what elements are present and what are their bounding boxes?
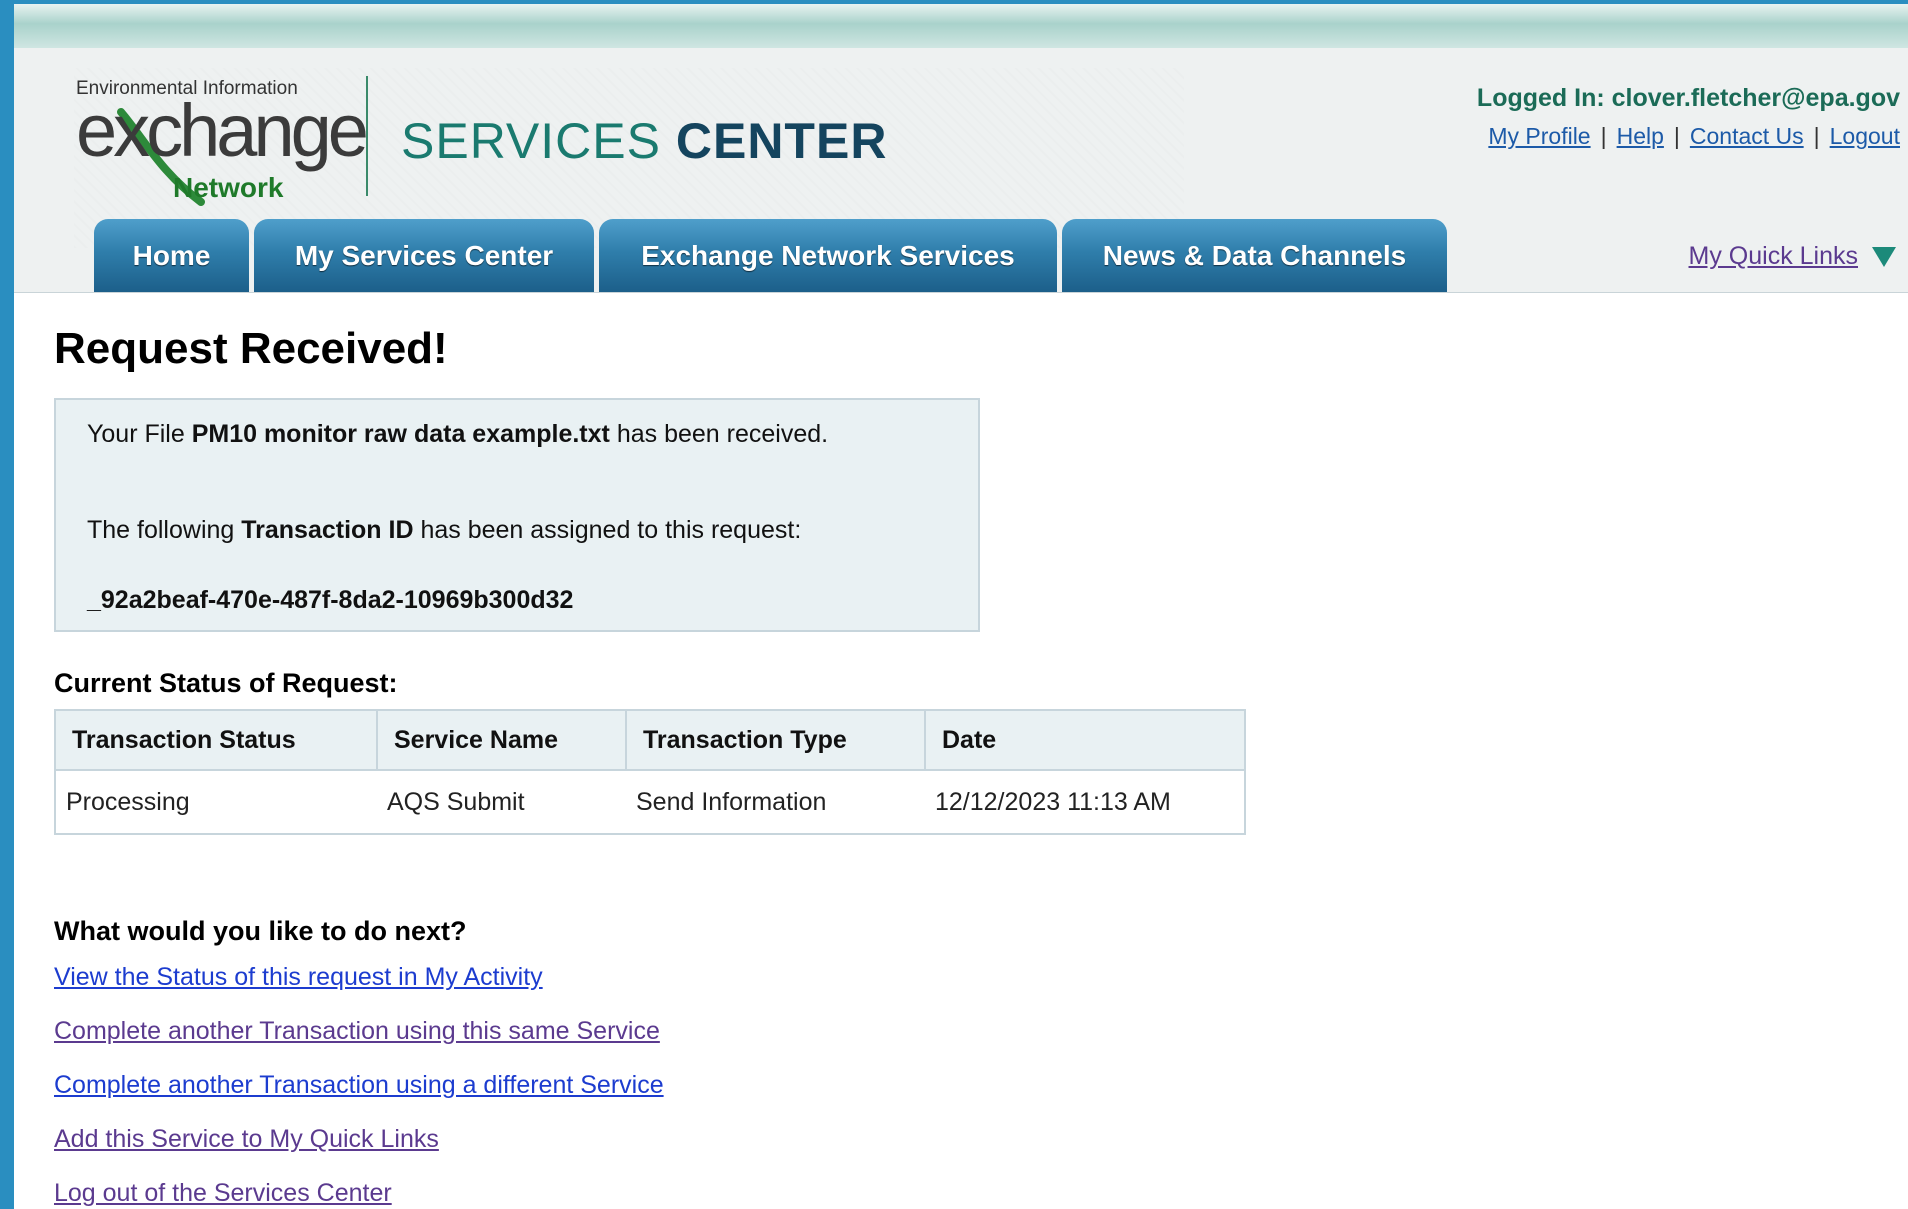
triangle-down-icon[interactable]: [1872, 247, 1896, 268]
transaction-id-suffix: has been assigned to this request:: [413, 516, 802, 544]
services-word: SERVICES: [401, 113, 661, 169]
separator: |: [1600, 123, 1607, 149]
next-steps-heading: What would you like to do next?: [54, 916, 467, 946]
page-title: Request Received!: [54, 324, 448, 373]
table-cell: 12/12/2023 11:13 AM: [935, 787, 1171, 816]
column-header: Date: [924, 709, 1246, 771]
top-strip: [14, 4, 1908, 48]
services-center-title: SERVICES CENTER: [401, 112, 887, 170]
file-name: PM10 monitor raw data example.txt: [191, 420, 610, 448]
same-service-link[interactable]: Complete another Transaction using this …: [54, 1014, 664, 1068]
status-table: Transaction Status Service Name Transact…: [54, 709, 1246, 835]
logo-divider: [366, 76, 368, 196]
table-row: Processing AQS Submit Send Information 1…: [55, 770, 1245, 834]
transaction-id-label: Transaction ID: [241, 516, 414, 544]
transaction-id-text: The following Transaction ID has been as…: [87, 516, 801, 545]
user-box: Logged In: clover.fletcher@epa.gov My Pr…: [1477, 84, 1900, 150]
contact-us-link[interactable]: Contact Us: [1690, 123, 1804, 149]
tab-exchange-network-services[interactable]: Exchange Network Services: [599, 219, 1057, 292]
file-received-text: Your File PM10 monitor raw data example.…: [87, 420, 828, 449]
center-word: CENTER: [675, 113, 888, 169]
user-links: My Profile | Help | Contact Us | Logout: [1477, 123, 1900, 150]
tab-my-services-center[interactable]: My Services Center: [254, 219, 594, 292]
column-header: Service Name: [376, 709, 627, 771]
table-cell: Processing: [66, 787, 190, 816]
logout-services-center-link[interactable]: Log out of the Services Center: [54, 1176, 664, 1209]
logo-network-text: Network: [173, 172, 284, 203]
add-quick-link-link[interactable]: Add this Service to My Quick Links: [54, 1122, 664, 1176]
table-header-row: Transaction Status Service Name Transact…: [54, 709, 1246, 771]
main-nav-tabs: Home My Services Center Exchange Network…: [94, 219, 1447, 292]
logout-link[interactable]: Logout: [1830, 123, 1900, 149]
quick-links-link[interactable]: My Quick Links: [1689, 242, 1858, 270]
file-received-prefix: Your File: [87, 420, 192, 448]
quick-links-menu[interactable]: My Quick Links: [1689, 242, 1896, 271]
separator: |: [1673, 123, 1680, 149]
different-service-link[interactable]: Complete another Transaction using a dif…: [54, 1068, 664, 1122]
column-header: Transaction Type: [625, 709, 926, 771]
file-received-suffix: has been received.: [609, 420, 829, 448]
logged-in-label: Logged In: clover.fletcher@epa.gov: [1476, 84, 1900, 112]
status-heading: Current Status of Request:: [54, 668, 398, 698]
separator: |: [1813, 123, 1820, 149]
tab-news-data-channels[interactable]: News & Data Channels: [1062, 219, 1447, 292]
exchange-network-logo[interactable]: Environmental Information exchange Netwo…: [61, 78, 369, 208]
next-steps-links: View the Status of this request in My Ac…: [54, 960, 664, 1209]
table-cell: Send Information: [636, 787, 827, 816]
column-header: Transaction Status: [54, 709, 378, 771]
page: Environmental Information exchange Netwo…: [14, 4, 1908, 1209]
my-profile-link[interactable]: My Profile: [1488, 123, 1590, 149]
transaction-id-value: _92a2beaf-470e-487f-8da2-10969b300d32: [87, 586, 574, 614]
view-status-link[interactable]: View the Status of this request in My Ac…: [54, 960, 664, 1014]
help-link[interactable]: Help: [1617, 123, 1664, 149]
tab-home[interactable]: Home: [94, 219, 249, 292]
table-cell: AQS Submit: [387, 787, 525, 816]
transaction-id-prefix: The following: [87, 516, 242, 544]
receipt-box: Your File PM10 monitor raw data example.…: [54, 398, 980, 632]
logo-main-text: exchange: [76, 89, 369, 172]
site-header: Environmental Information exchange Netwo…: [14, 48, 1908, 293]
